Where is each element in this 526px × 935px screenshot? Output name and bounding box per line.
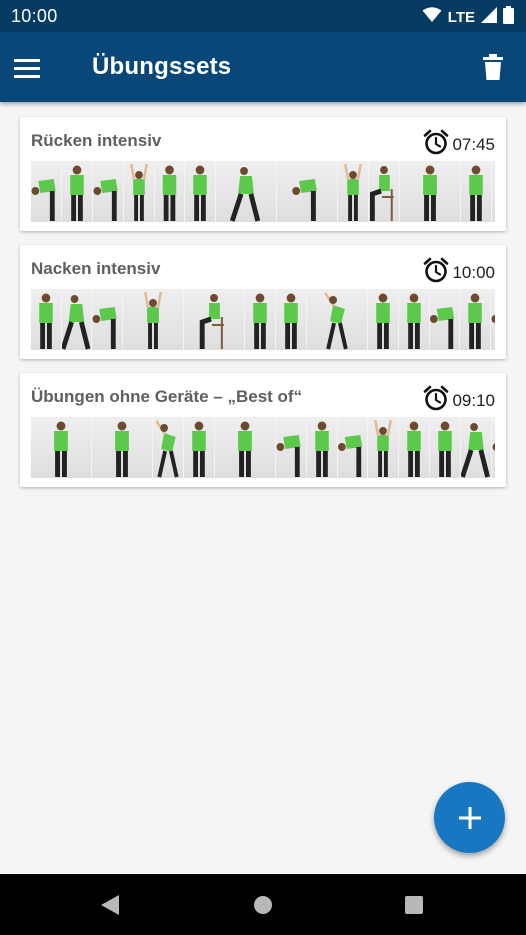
exercise-thumbnail	[62, 289, 92, 350]
exercise-thumbnail	[461, 417, 492, 478]
exercise-set-card[interactable]: Rücken intensiv 07:45	[20, 117, 506, 231]
exercise-thumbnail	[400, 161, 461, 222]
exercise-set-duration: 10:00	[423, 257, 495, 288]
exercise-thumbnail	[184, 417, 215, 478]
exercise-thumbnail	[399, 417, 430, 478]
exercise-thumbnail	[338, 417, 368, 478]
status-bar: 10:00 LTE	[0, 0, 526, 32]
exercise-thumbnail	[185, 161, 216, 222]
exercise-thumbnail	[491, 289, 495, 350]
alarm-clock-icon	[423, 257, 449, 288]
exercise-thumbnail	[62, 161, 93, 222]
exercise-set-name: Nacken intensiv	[31, 259, 161, 278]
exercise-thumbnail	[460, 289, 491, 350]
exercise-thumbnail	[124, 161, 155, 222]
network-type-label: LTE	[447, 9, 475, 26]
status-icons: LTE	[422, 6, 514, 29]
exercise-thumbnail	[492, 161, 495, 222]
exercise-thumbnail	[184, 289, 245, 350]
exercise-thumbnail-strip	[31, 289, 495, 350]
duration-label: 09:10	[452, 390, 495, 410]
home-icon[interactable]	[250, 892, 276, 918]
exercise-thumbnail	[92, 289, 123, 350]
trash-icon[interactable]	[478, 52, 508, 82]
duration-label: 07:45	[452, 134, 495, 154]
alarm-clock-icon	[423, 385, 449, 416]
exercise-thumbnail	[31, 161, 62, 222]
add-set-button[interactable]	[434, 782, 505, 853]
exercise-thumbnail	[216, 161, 277, 222]
exercise-thumbnail	[92, 417, 153, 478]
wifi-icon	[422, 7, 442, 28]
duration-label: 10:00	[452, 262, 495, 282]
exercise-thumbnail	[368, 417, 399, 478]
exercise-thumbnail	[307, 289, 368, 350]
exercise-set-card[interactable]: Übungen ohne Geräte – „Best of“ 09:10	[20, 373, 506, 487]
exercise-thumbnail	[276, 289, 307, 350]
exercise-set-duration: 07:45	[423, 129, 495, 160]
signal-icon	[481, 7, 497, 28]
status-time: 10:00	[11, 6, 58, 26]
plus-icon	[458, 806, 481, 829]
hamburger-menu-icon[interactable]	[14, 55, 58, 81]
exercise-thumbnail	[307, 417, 338, 478]
exercise-thumbnail	[369, 161, 400, 222]
exercise-set-card[interactable]: Nacken intensiv 10:00	[20, 245, 506, 359]
exercise-thumbnail	[399, 289, 430, 350]
exercise-set-duration: 09:10	[423, 385, 495, 416]
back-icon[interactable]	[97, 892, 123, 918]
exercise-thumbnail	[93, 161, 124, 222]
exercise-thumbnail	[245, 289, 276, 350]
exercise-thumbnail-strip	[31, 161, 495, 222]
exercise-thumbnail-strip	[31, 417, 495, 478]
system-nav-bar	[0, 874, 526, 935]
exercise-thumbnail	[461, 161, 492, 222]
exercise-thumbnail	[155, 161, 185, 222]
exercise-thumbnail	[368, 289, 399, 350]
exercise-thumbnail	[277, 161, 338, 222]
exercise-thumbnail	[276, 417, 307, 478]
exercise-set-name: Rücken intensiv	[31, 131, 162, 150]
exercise-thumbnail	[430, 417, 461, 478]
exercise-thumbnail	[215, 417, 276, 478]
exercise-thumbnail	[153, 417, 184, 478]
exercise-thumbnail	[31, 289, 62, 350]
exercise-thumbnail	[338, 161, 369, 222]
battery-icon	[503, 6, 514, 29]
exercise-set-list: Rücken intensiv 07:45 Nacken intensiv 10…	[20, 117, 506, 501]
recents-icon[interactable]	[401, 892, 427, 918]
page-title: Übungssets	[92, 53, 232, 80]
app-bar: Übungssets	[0, 32, 526, 102]
exercise-thumbnail	[430, 289, 460, 350]
alarm-clock-icon	[423, 129, 449, 160]
exercise-set-name: Übungen ohne Geräte – „Best of“	[31, 387, 303, 406]
exercise-thumbnail	[31, 417, 92, 478]
exercise-thumbnail	[123, 289, 184, 350]
exercise-thumbnail	[492, 417, 495, 478]
